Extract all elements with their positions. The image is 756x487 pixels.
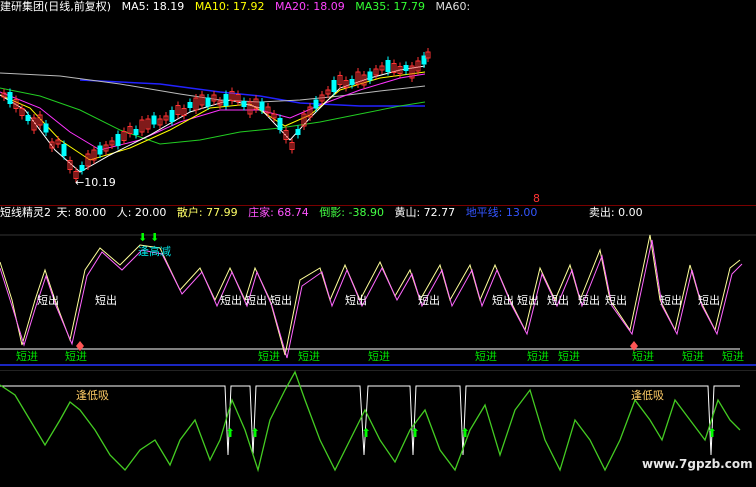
short-out-label: 短出 xyxy=(345,294,367,307)
short-in-label: 短进 xyxy=(258,350,280,363)
buy-arrow-icon: ⬆ xyxy=(361,426,371,440)
high-price-marker: 8 xyxy=(533,192,540,205)
candle-body xyxy=(151,115,157,125)
short-in-label: 短进 xyxy=(527,350,549,363)
buy-dip-label-1: 逢低吸 xyxy=(76,389,109,402)
short-out-label: 短出 xyxy=(270,294,292,307)
chart-canvas: ⬇ ⬇ ⬆ ⬆ ⬆ ⬆ ⬆ ⬆ xyxy=(0,48,756,473)
candle-body xyxy=(295,129,301,135)
short-out-label: 短出 xyxy=(418,294,440,307)
candle-body xyxy=(79,165,85,171)
candle-body xyxy=(223,94,229,106)
take-profit-signal: 逢高减 xyxy=(138,245,171,258)
short-out-label: 短出 xyxy=(660,294,682,307)
candle-body xyxy=(61,144,67,156)
buy-arrow-icon: ⬆ xyxy=(460,426,470,440)
short-in-label: 短进 xyxy=(298,350,320,363)
candle-body xyxy=(115,134,121,146)
candle-body xyxy=(133,129,139,135)
candle-body xyxy=(259,101,265,111)
short-in-label: 短进 xyxy=(558,350,580,363)
candle-body xyxy=(385,60,391,72)
low-price-marker: ←10.19 xyxy=(75,176,116,189)
short-in-label: 短进 xyxy=(475,350,497,363)
price-pane xyxy=(0,48,431,183)
candle-body xyxy=(187,102,193,108)
candle-body xyxy=(25,115,31,121)
ma20-line xyxy=(0,73,426,151)
candle-body xyxy=(331,80,337,92)
short-out-label: 短出 xyxy=(578,294,600,307)
watermark: www.7gpzb.com xyxy=(642,457,753,471)
short-out-label: 短出 xyxy=(492,294,514,307)
candle-body xyxy=(43,123,49,133)
short-in-label: 短进 xyxy=(722,350,744,363)
short-in-label: 短进 xyxy=(682,350,704,363)
buy-arrow-icon: ⬆ xyxy=(250,426,260,440)
candle-body xyxy=(205,97,211,107)
candle-body xyxy=(169,110,175,122)
short-in-label: 短进 xyxy=(65,350,87,363)
short-out-label: 短出 xyxy=(37,294,59,307)
buy-arrow-icon: ⬆ xyxy=(707,426,717,440)
candle-body xyxy=(7,92,13,104)
candle-body xyxy=(367,71,373,81)
candle-body xyxy=(277,118,283,130)
buy-arrow-icon: ⬆ xyxy=(410,426,420,440)
candlesticks xyxy=(1,48,431,183)
short-in-label: 短进 xyxy=(16,350,38,363)
candle-body xyxy=(313,99,319,109)
candle-body xyxy=(349,79,355,85)
short-out-label: 短出 xyxy=(698,294,720,307)
buy-dip-label-2: 逢低吸 xyxy=(631,389,664,402)
candle-body xyxy=(403,65,409,71)
candle-body xyxy=(421,55,427,65)
short-in-label: 短进 xyxy=(368,350,390,363)
oscillator-pane: ⬆ ⬆ ⬆ ⬆ ⬆ ⬆ xyxy=(0,370,741,473)
short-out-label: 短出 xyxy=(220,294,242,307)
short-out-label: 短出 xyxy=(95,294,117,307)
buy-arrow-icon: ⬆ xyxy=(225,426,235,440)
short-out-label: 短出 xyxy=(547,294,569,307)
daoying-line xyxy=(0,370,741,473)
candle-body xyxy=(97,145,103,155)
short-out-label: 短出 xyxy=(605,294,627,307)
short-out-label: 短出 xyxy=(245,294,267,307)
short-in-label: 短进 xyxy=(632,350,654,363)
short-out-label: 短出 xyxy=(517,294,539,307)
candle-body xyxy=(241,101,247,107)
